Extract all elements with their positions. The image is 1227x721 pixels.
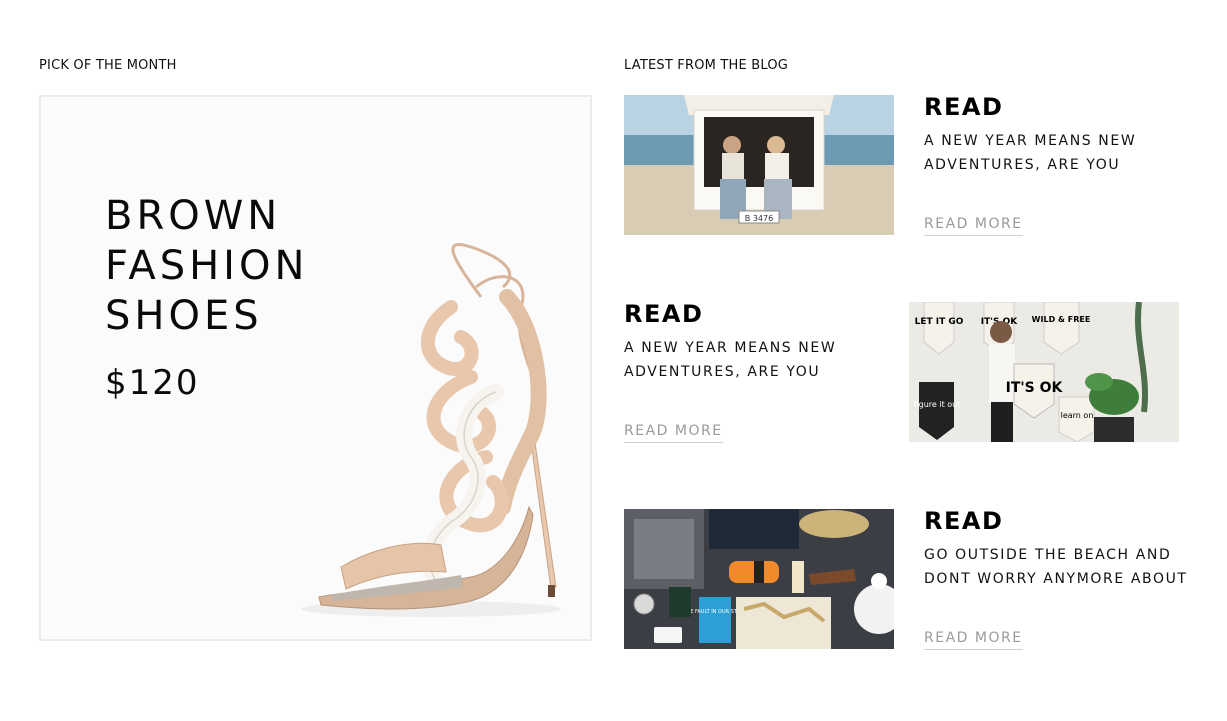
blog-post-text: READ A NEW YEAR MEANS NEW ADVENTURES, AR…: [624, 300, 884, 384]
pick-of-the-month-label: PICK OF THE MONTH: [39, 58, 177, 73]
product-card[interactable]: BROWN FASHION SHOES $120: [39, 95, 592, 641]
banner-text: learn on: [1061, 411, 1094, 420]
latest-from-blog-label: LATEST FROM THE BLOG: [624, 58, 789, 73]
post-excerpt: A NEW YEAR MEANS NEW ADVENTURES, ARE YOU: [924, 133, 1137, 173]
banner-text: WILD & FREE: [1032, 315, 1091, 324]
post-excerpt: GO OUTSIDE THE BEACH AND DONT WORRY ANYM…: [924, 547, 1188, 587]
blog-post-text: READ A NEW YEAR MEANS NEW ADVENTURES, AR…: [924, 93, 1184, 177]
read-more-link[interactable]: READ MORE: [624, 423, 723, 443]
shoe-image[interactable]: [271, 177, 571, 627]
van-friends-photo: B 3476: [624, 95, 894, 235]
banner-text: LET IT GO: [915, 317, 964, 327]
post-heading[interactable]: READ: [624, 300, 884, 328]
read-more-link[interactable]: READ MORE: [924, 630, 1023, 650]
post-heading[interactable]: READ: [924, 93, 1184, 121]
blog-post-image[interactable]: B 3476: [624, 95, 894, 235]
post-heading[interactable]: READ: [924, 507, 1189, 535]
banners-photo: LET IT GO IT'S OK WILD & FREE figure it …: [909, 302, 1179, 442]
read-more-link[interactable]: READ MORE: [924, 216, 1023, 236]
blog-post-image[interactable]: THE FAULT IN OUR STARS: [624, 509, 894, 649]
blog-post-image[interactable]: LET IT GO IT'S OK WILD & FREE figure it …: [909, 302, 1179, 442]
post-excerpt: A NEW YEAR MEANS NEW ADVENTURES, ARE YOU: [624, 340, 837, 380]
license-plate: B 3476: [745, 214, 773, 223]
banner-text: figure it out: [914, 400, 961, 409]
banner-text: IT'S OK: [1006, 380, 1064, 396]
blog-post-text: READ GO OUTSIDE THE BEACH AND DONT WORRY…: [924, 507, 1189, 591]
product-price: $120: [105, 363, 200, 403]
travel-flatlay-photo: THE FAULT IN OUR STARS: [624, 509, 894, 649]
